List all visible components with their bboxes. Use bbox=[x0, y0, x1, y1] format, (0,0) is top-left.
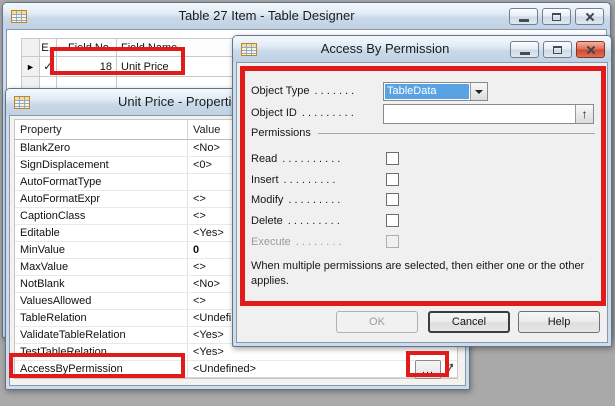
property-name: MaxValue bbox=[15, 259, 187, 275]
property-name: NotBlank bbox=[15, 276, 187, 292]
minimize-icon bbox=[519, 19, 529, 22]
access-by-permission-dialog: Object Type. . . . . . . TableData Objec… bbox=[232, 35, 612, 347]
minimize-icon bbox=[520, 52, 530, 55]
object-id-label: Object ID. . . . . . . . . bbox=[251, 107, 383, 119]
maximize-icon bbox=[552, 13, 561, 21]
dialog-titlebar[interactable]: Access By Permission bbox=[233, 36, 611, 62]
lookup-arrow-icon: ↑ bbox=[582, 107, 588, 121]
ok-button: OK bbox=[336, 311, 418, 333]
column-header-property: Property bbox=[15, 120, 187, 139]
table-icon bbox=[241, 43, 257, 56]
delete-label: Delete. . . . . . . . . bbox=[251, 215, 383, 227]
dotted-leader: . . . . . . . . . bbox=[288, 194, 340, 206]
dotted-leader: . . . . . . . bbox=[315, 85, 355, 97]
lookup-button[interactable]: ↑ bbox=[575, 105, 593, 123]
execute-checkbox bbox=[386, 235, 399, 248]
dialog-note: When multiple permissions are selected, … bbox=[251, 259, 597, 289]
delete-checkbox[interactable] bbox=[386, 214, 399, 227]
property-name: AccessByPermission bbox=[15, 361, 187, 377]
read-checkbox[interactable] bbox=[386, 152, 399, 165]
minimize-button[interactable] bbox=[510, 41, 539, 58]
combobox-dropdown-button[interactable] bbox=[470, 83, 487, 100]
read-label: Read. . . . . . . . . . bbox=[251, 153, 383, 165]
object-id-value[interactable] bbox=[384, 105, 575, 123]
close-button[interactable] bbox=[576, 41, 605, 58]
column-header-field-no: Field No. bbox=[57, 39, 117, 57]
property-name: ValuesAllowed bbox=[15, 293, 187, 309]
enabled-cell[interactable]: ✓ bbox=[40, 57, 57, 77]
maximize-button[interactable] bbox=[543, 41, 572, 58]
property-name: BlankZero bbox=[15, 140, 187, 156]
modify-checkbox[interactable] bbox=[386, 193, 399, 206]
object-type-combobox[interactable]: TableData bbox=[383, 82, 488, 101]
object-type-label: Object Type. . . . . . . bbox=[251, 85, 383, 97]
window-title: Table 27 Item - Table Designer bbox=[33, 8, 500, 23]
property-name: ValidateTableRelation bbox=[15, 327, 187, 343]
close-icon bbox=[586, 45, 596, 55]
dotted-leader: . . . . . . . . . bbox=[284, 174, 336, 186]
dotted-leader: . . . . . . . . . bbox=[302, 107, 354, 119]
property-name: MinValue bbox=[15, 242, 187, 258]
property-name: AutoFormatType bbox=[15, 174, 187, 190]
modify-label: Modify. . . . . . . . . bbox=[251, 194, 383, 206]
close-button[interactable] bbox=[575, 8, 604, 25]
field-no-cell[interactable]: 18 bbox=[57, 57, 117, 77]
window-title: Access By Permission bbox=[263, 41, 507, 56]
execute-label: Execute. . . . . . . . bbox=[251, 236, 383, 248]
property-name: SignDisplacement bbox=[15, 157, 187, 173]
assist-edit-arrow-icon bbox=[446, 362, 454, 374]
property-name: CaptionClass bbox=[15, 208, 187, 224]
row-selector-cell[interactable]: ► bbox=[22, 57, 40, 77]
assist-edit-button[interactable]: ... bbox=[415, 360, 441, 379]
insert-label: Insert. . . . . . . . . bbox=[251, 174, 383, 186]
property-name: AutoFormatExpr bbox=[15, 191, 187, 207]
enabled-checkmark: ✓ bbox=[43, 60, 52, 73]
window-controls bbox=[510, 41, 605, 58]
dotted-leader: . . . . . . . . bbox=[296, 236, 342, 248]
chevron-down-icon bbox=[475, 90, 483, 94]
window-controls bbox=[509, 8, 604, 25]
dialog-body: Object Type. . . . . . . TableData Objec… bbox=[236, 62, 608, 343]
object-type-value: TableData bbox=[385, 84, 469, 99]
close-icon bbox=[585, 12, 595, 22]
grid-corner-cell bbox=[22, 39, 40, 57]
property-name: TableRelation bbox=[15, 310, 187, 326]
dotted-leader: . . . . . . . . . . bbox=[282, 153, 340, 165]
table-designer-titlebar[interactable]: Table 27 Item - Table Designer bbox=[3, 3, 610, 29]
window-title: Unit Price - Properties bbox=[118, 94, 245, 109]
help-button[interactable]: Help bbox=[518, 311, 600, 333]
property-name: TestTableRelation bbox=[15, 344, 187, 360]
table-icon bbox=[11, 10, 27, 23]
table-icon bbox=[14, 96, 30, 109]
column-header-enabled: E.. bbox=[40, 39, 57, 57]
maximize-button[interactable] bbox=[542, 8, 571, 25]
cancel-button[interactable]: Cancel bbox=[428, 311, 510, 333]
property-row-access-by-permission: AccessByPermission <Undefined> ... bbox=[15, 361, 457, 378]
row-selector-marker: ► bbox=[26, 62, 35, 72]
group-divider bbox=[318, 133, 595, 134]
object-id-field[interactable]: ↑ bbox=[383, 104, 594, 124]
minimize-button[interactable] bbox=[509, 8, 538, 25]
dotted-leader: . . . . . . . . . bbox=[288, 215, 340, 227]
insert-checkbox[interactable] bbox=[386, 173, 399, 186]
maximize-icon bbox=[553, 46, 562, 54]
property-name: Editable bbox=[15, 225, 187, 241]
